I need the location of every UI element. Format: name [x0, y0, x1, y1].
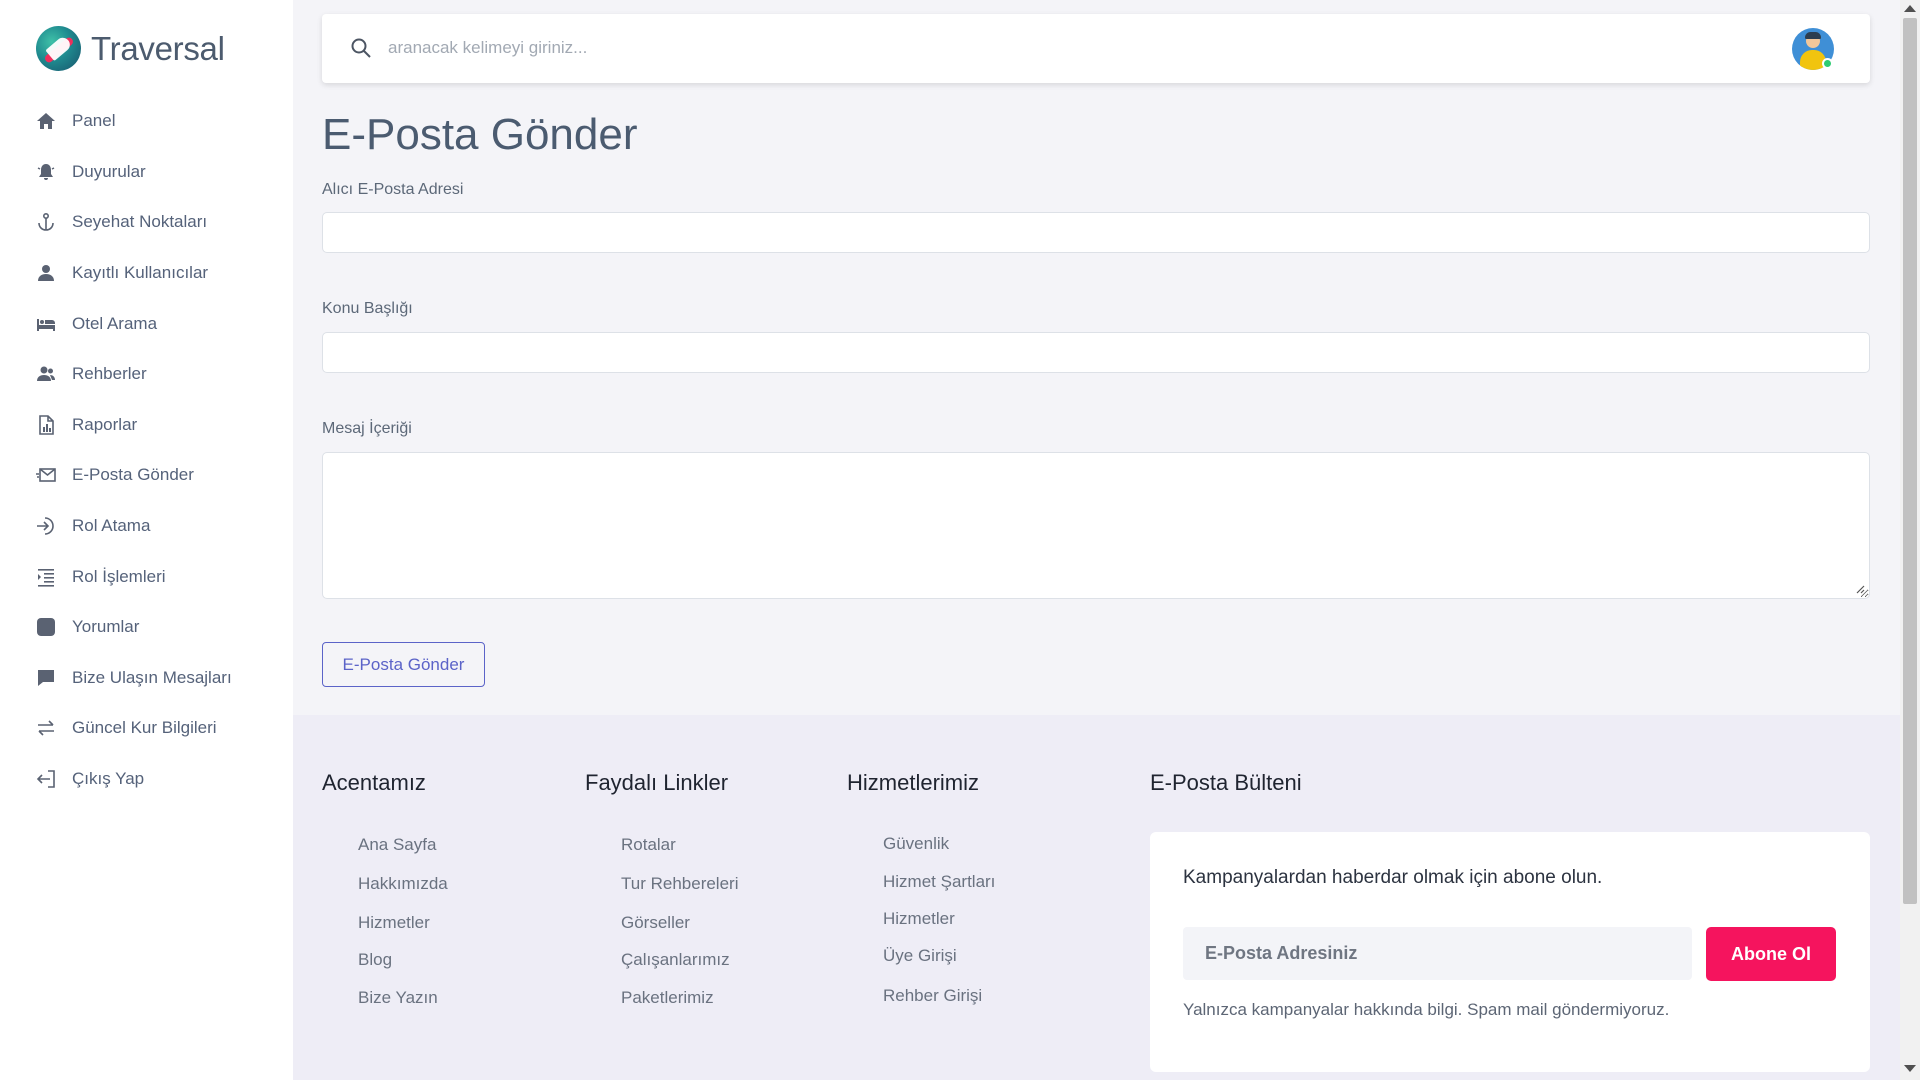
sidebar-item-label: Rehberler — [72, 364, 147, 384]
footer-link-hizmetler[interactable]: Hizmetler — [358, 913, 430, 933]
user-icon — [36, 263, 56, 283]
sidebar-item-label: Otel Arama — [72, 313, 158, 333]
bed-icon — [36, 314, 56, 334]
login-icon — [36, 516, 56, 536]
sidebar-item-label: Yorumlar — [72, 617, 140, 637]
message-label: Mesaj İçeriği — [322, 420, 412, 437]
sidebar-item-kayitli-kullanicilar[interactable]: Kayıtlı Kullanıcılar — [36, 248, 286, 299]
message-field-wrapper — [322, 452, 1870, 599]
newsletter-email-field[interactable] — [1183, 927, 1692, 980]
footer-heading-newsletter: E-Posta Bülteni — [1150, 770, 1302, 795]
footer-link-gorseller[interactable]: Görseller — [621, 913, 690, 933]
sidebar-item-panel[interactable]: Panel — [36, 96, 286, 147]
sidebar-item-label: Güncel Kur Bilgileri — [72, 718, 217, 738]
brand-logo-icon — [36, 26, 81, 71]
sidebar-item-guncel-kur-bilgileri[interactable]: Güncel Kur Bilgileri — [36, 703, 286, 754]
newsletter-note: Yalnızca kampanyalar hakkında bilgi. Spa… — [1183, 1000, 1670, 1019]
sidebar-item-label: Rol İşlemleri — [72, 566, 166, 586]
subject-field-wrapper — [322, 332, 1870, 373]
sidebar-item-raporlar[interactable]: Raporlar — [36, 400, 286, 451]
footer-link-rehber-girisi[interactable]: Rehber Girişi — [883, 986, 982, 1006]
chat-icon — [36, 668, 56, 688]
sidebar-item-label: Panel — [72, 111, 116, 131]
footer-link-calisanlarimiz[interactable]: Çalışanlarımız — [621, 950, 730, 970]
sidebar-item-label: Duyurular — [72, 161, 146, 181]
sidebar-item-label: Çıkış Yap — [72, 769, 145, 789]
page-title: E-Posta Gönder — [322, 110, 638, 159]
footer-link-hakkimizda[interactable]: Hakkımızda — [358, 874, 448, 894]
message-textarea[interactable] — [323, 453, 1869, 598]
sidebar-item-label: Bize Ulaşın Mesajları — [72, 667, 232, 687]
footer-link-paketlerimiz[interactable]: Paketlerimiz — [621, 988, 714, 1008]
search-input[interactable] — [388, 32, 1688, 64]
logout-icon — [36, 769, 56, 789]
resize-grip-icon[interactable] — [1855, 584, 1865, 594]
subscribe-button[interactable]: Abone Ol — [1706, 927, 1836, 981]
sidebar-item-label: Rol Atama — [72, 516, 151, 536]
footer-link-hizmetler-2[interactable]: Hizmetler — [883, 909, 955, 929]
home-icon — [36, 111, 56, 131]
sidebar-nav: Panel Duyurular Seyehat Noktaları Kayıtl… — [36, 96, 286, 804]
scroll-down-icon[interactable] — [1904, 1065, 1916, 1072]
send-email-button[interactable]: E-Posta Gönder — [322, 642, 485, 687]
footer-link-tur-rehbereleri[interactable]: Tur Rehbereleri — [621, 874, 738, 894]
mail-send-icon — [36, 465, 56, 485]
sidebar-item-seyehat-noktalari[interactable]: Seyehat Noktaları — [36, 197, 286, 248]
sidebar-item-e-posta-gonder[interactable]: E-Posta Gönder — [36, 450, 286, 501]
sidebar: Traversal Panel Duyurular Seyehat Noktal… — [0, 0, 293, 1080]
sidebar-item-label: Kayıtlı Kullanıcılar — [72, 263, 209, 283]
footer-link-rotalar[interactable]: Rotalar — [621, 835, 676, 855]
report-icon — [36, 415, 56, 435]
sidebar-item-rol-islemleri[interactable]: Rol İşlemleri — [36, 551, 286, 602]
sidebar-item-label: Raporlar — [72, 414, 138, 434]
sidebar-item-rehberler[interactable]: Rehberler — [36, 349, 286, 400]
newsletter-text: Kampanyalardan haberdar olmak için abone… — [1183, 867, 1603, 888]
footer-link-bize-yazin[interactable]: Bize Yazın — [358, 988, 438, 1008]
subject-field[interactable] — [323, 333, 1869, 372]
avatar-hair-shape — [1805, 32, 1821, 39]
scroll-up-icon[interactable] — [1904, 5, 1916, 12]
list-indent-icon — [36, 567, 56, 587]
search-icon[interactable] — [350, 37, 372, 59]
sidebar-item-label: Seyehat Noktaları — [72, 212, 208, 232]
recipient-email-field[interactable] — [323, 213, 1869, 252]
online-status-icon — [1822, 58, 1833, 69]
comment-square-icon — [36, 617, 56, 637]
sidebar-item-yorumlar[interactable]: Yorumlar — [36, 602, 286, 653]
footer-link-blog[interactable]: Blog — [358, 950, 392, 970]
bell-icon — [36, 162, 56, 182]
sidebar-item-rol-atama[interactable]: Rol Atama — [36, 501, 286, 552]
topbar — [322, 14, 1870, 83]
footer-heading-agency: Acentamız — [322, 770, 426, 795]
brand[interactable]: Traversal — [36, 26, 225, 71]
sidebar-item-cikis-yap[interactable]: Çıkış Yap — [36, 754, 286, 805]
footer-link-guvenlik[interactable]: Güvenlik — [883, 834, 949, 854]
sidebar-item-otel-arama[interactable]: Otel Arama — [36, 298, 286, 349]
anchor-icon — [36, 212, 56, 232]
recipient-label: Alıcı E-Posta Adresi — [322, 181, 464, 198]
users-icon — [36, 364, 56, 384]
footer-heading-useful-links: Faydalı Linkler — [585, 770, 729, 795]
footer-link-uye-girisi[interactable]: Üye Girişi — [883, 946, 957, 966]
sidebar-item-label: E-Posta Gönder — [72, 465, 194, 485]
footer-link-ana-sayfa[interactable]: Ana Sayfa — [358, 835, 436, 855]
subject-label: Konu Başlığı — [322, 300, 413, 317]
sidebar-item-bize-ulasin-mesajlari[interactable]: Bize Ulaşın Mesajları — [36, 653, 286, 704]
exchange-icon — [36, 718, 56, 738]
recipient-field-wrapper — [322, 212, 1870, 253]
footer-link-hizmet-sartlari[interactable]: Hizmet Şartları — [883, 872, 995, 892]
footer-heading-services: Hizmetlerimiz — [847, 770, 979, 795]
brand-name: Traversal — [91, 29, 225, 67]
sidebar-item-duyurular[interactable]: Duyurular — [36, 147, 286, 198]
scrollbar-thumb[interactable] — [1903, 18, 1917, 904]
